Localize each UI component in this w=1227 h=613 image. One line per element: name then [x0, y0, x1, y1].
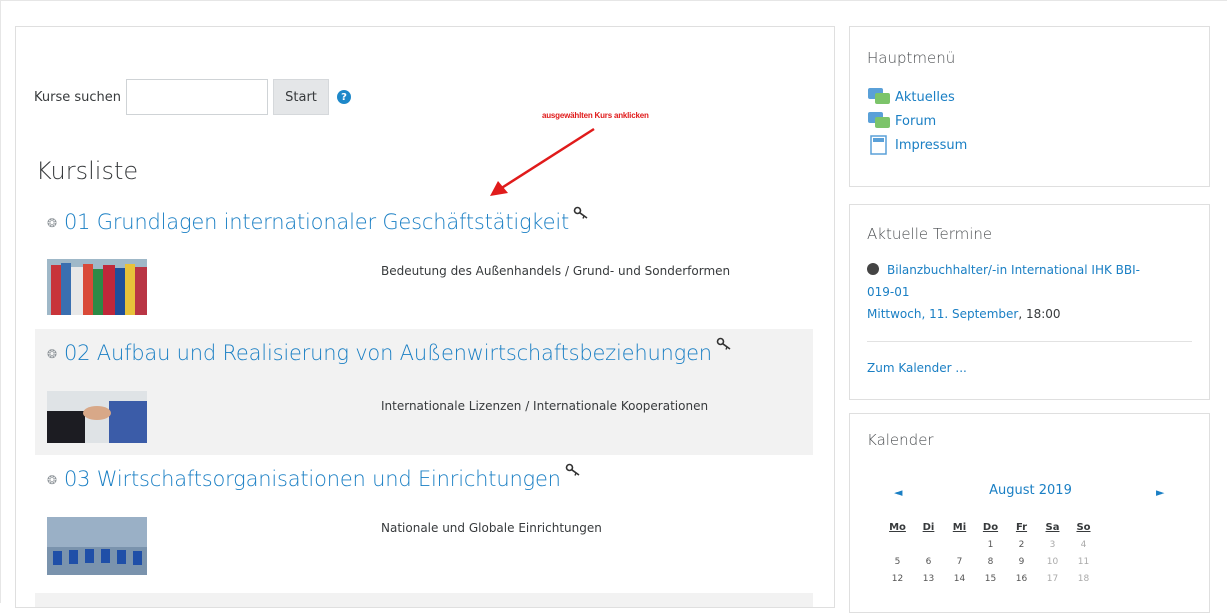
- calendar-day[interactable]: 10: [1037, 553, 1068, 570]
- course-item: ❂ 03 Wirtschaftsorganisationen und Einri…: [35, 457, 813, 587]
- course-heading: ❂ 03 Wirtschaftsorganisationen und Einri…: [47, 463, 581, 491]
- calendar-link[interactable]: Zum Kalender ...: [867, 361, 967, 375]
- divider: [867, 341, 1192, 342]
- course-thumbnail-eu-flags: [47, 517, 147, 575]
- menu-item-impressum[interactable]: Impressum: [867, 135, 967, 155]
- weekday-label: So: [1076, 521, 1091, 533]
- calendar-day[interactable]: 5: [882, 553, 913, 570]
- enrolment-key-icon: [565, 463, 580, 476]
- menu-item-label: Impressum: [895, 137, 968, 153]
- page-title: Kursliste: [36, 157, 139, 185]
- menu-item-aktuelles[interactable]: Aktuelles: [867, 87, 955, 107]
- calendar-day[interactable]: 18: [1068, 570, 1099, 587]
- calendar-day[interactable]: 2: [1006, 536, 1037, 553]
- forum-icon: [868, 88, 890, 104]
- weekday-label: Do: [982, 521, 999, 533]
- event-name-line2[interactable]: 019-01: [867, 285, 910, 299]
- event-date: Mittwoch, 11. September, 18:00: [867, 307, 1061, 321]
- calendar-day[interactable]: 8: [975, 553, 1006, 570]
- calendar-day[interactable]: 9: [1006, 553, 1037, 570]
- calendar-day: [882, 536, 913, 553]
- course-summary: Bedeutung des Außenhandels / Grund- und …: [381, 264, 731, 278]
- globe-icon: [867, 263, 879, 275]
- course-item: ❂ 02 Aufbau und Realisierung von Außenwi…: [35, 329, 813, 455]
- calendar-grid: Mo Di Mi Do Fr Sa So 1 2 3 4 5 6 7 8 9 1…: [882, 518, 1099, 587]
- course-spinner-icon: ❂: [47, 216, 58, 230]
- course-summary: Internationale Lizenzen / Internationale…: [381, 399, 709, 413]
- calendar-day[interactable]: 13: [913, 570, 944, 587]
- main-region: Kurse suchen Start ? ausgewählten Kurs a…: [15, 26, 835, 608]
- weekday-label: Mo: [889, 521, 906, 533]
- course-spinner-icon: ❂: [47, 347, 58, 361]
- calendar-week: 1 2 3 4: [882, 536, 1099, 553]
- page-icon: [870, 135, 887, 155]
- calendar-day[interactable]: 14: [944, 570, 975, 587]
- course-item: [35, 593, 813, 607]
- course-search-form: Kurse suchen Start ?: [34, 78, 352, 116]
- search-label: Kurse suchen: [34, 89, 122, 105]
- calendar-day[interactable]: 7: [944, 553, 975, 570]
- block-title: Kalender: [867, 431, 934, 449]
- event-link[interactable]: Bilanzbuchhalter/-in International IHK B…: [867, 263, 1140, 277]
- course-item: ❂ 01 Grundlagen internationaler Geschäft…: [35, 200, 813, 318]
- calendar-next-icon[interactable]: ►: [1156, 486, 1164, 499]
- weekday-row: Mo Di Mi Do Fr Sa So: [882, 518, 1099, 536]
- weekday-label: Di: [922, 521, 935, 533]
- annotation-note: ausgewählten Kurs anklicken: [542, 111, 649, 120]
- weekday-label: Sa: [1045, 521, 1060, 533]
- calendar-day[interactable]: 15: [975, 570, 1006, 587]
- course-title-link[interactable]: 02 Aufbau und Realisierung von Außenwirt…: [64, 341, 712, 365]
- course-heading: ❂ 02 Aufbau und Realisierung von Außenwi…: [47, 337, 732, 365]
- calendar-week: 12 13 14 15 16 17 18: [882, 570, 1099, 587]
- course-title-link[interactable]: 01 Grundlagen internationaler Geschäftst…: [64, 210, 569, 234]
- calendar-day[interactable]: 6: [913, 553, 944, 570]
- calendar-day: [944, 536, 975, 553]
- menu-item-label: Aktuelles: [895, 89, 955, 105]
- menu-item-forum[interactable]: Forum: [867, 111, 936, 131]
- enrolment-key-icon: [573, 206, 588, 219]
- course-thumbnail-handshake: [47, 391, 147, 443]
- upcoming-events-block: Aktuelle Termine Bilanzbuchhalter/-in In…: [849, 204, 1210, 400]
- search-start-button[interactable]: Start: [273, 79, 330, 115]
- calendar-day[interactable]: 17: [1037, 570, 1068, 587]
- enrolment-key-icon: [716, 337, 731, 350]
- course-thumbnail-flags: [47, 259, 147, 315]
- course-heading: ❂ 01 Grundlagen internationaler Geschäft…: [47, 206, 589, 234]
- event-date-link[interactable]: Mittwoch, 11. September: [867, 307, 1018, 321]
- weekday-label: Mi: [952, 521, 967, 533]
- weekday-label: Fr: [1015, 521, 1028, 533]
- course-search-input[interactable]: [126, 79, 269, 115]
- menu-item-label: Forum: [895, 113, 937, 129]
- course-title-link[interactable]: 03 Wirtschaftsorganisationen und Einrich…: [64, 467, 561, 491]
- calendar-day[interactable]: 12: [882, 570, 913, 587]
- forum-icon: [868, 112, 890, 128]
- calendar-day[interactable]: 4: [1068, 536, 1099, 553]
- main-menu-block: Hauptmenü Aktuelles Forum Impressum: [849, 26, 1210, 187]
- calendar-day[interactable]: 16: [1006, 570, 1037, 587]
- course-spinner-icon: ❂: [47, 473, 58, 487]
- block-title: Hauptmenü: [867, 49, 956, 67]
- course-summary: Nationale und Globale Einrichtungen: [381, 521, 602, 535]
- calendar-block: Kalender ◄ August 2019 ► Mo Di Mi Do Fr …: [849, 413, 1210, 613]
- calendar-day[interactable]: 3: [1037, 536, 1068, 553]
- event-name-line1: Bilanzbuchhalter/-in International IHK B…: [887, 263, 1141, 277]
- calendar-week: 5 6 7 8 9 10 11: [882, 553, 1099, 570]
- block-title: Aktuelle Termine: [867, 225, 993, 243]
- annotation-arrow: [490, 127, 595, 196]
- calendar-day: [913, 536, 944, 553]
- help-icon[interactable]: ?: [337, 90, 352, 104]
- calendar-day[interactable]: 11: [1068, 553, 1099, 570]
- calendar-day[interactable]: 1: [975, 536, 1006, 553]
- event-time: , 18:00: [1018, 307, 1061, 321]
